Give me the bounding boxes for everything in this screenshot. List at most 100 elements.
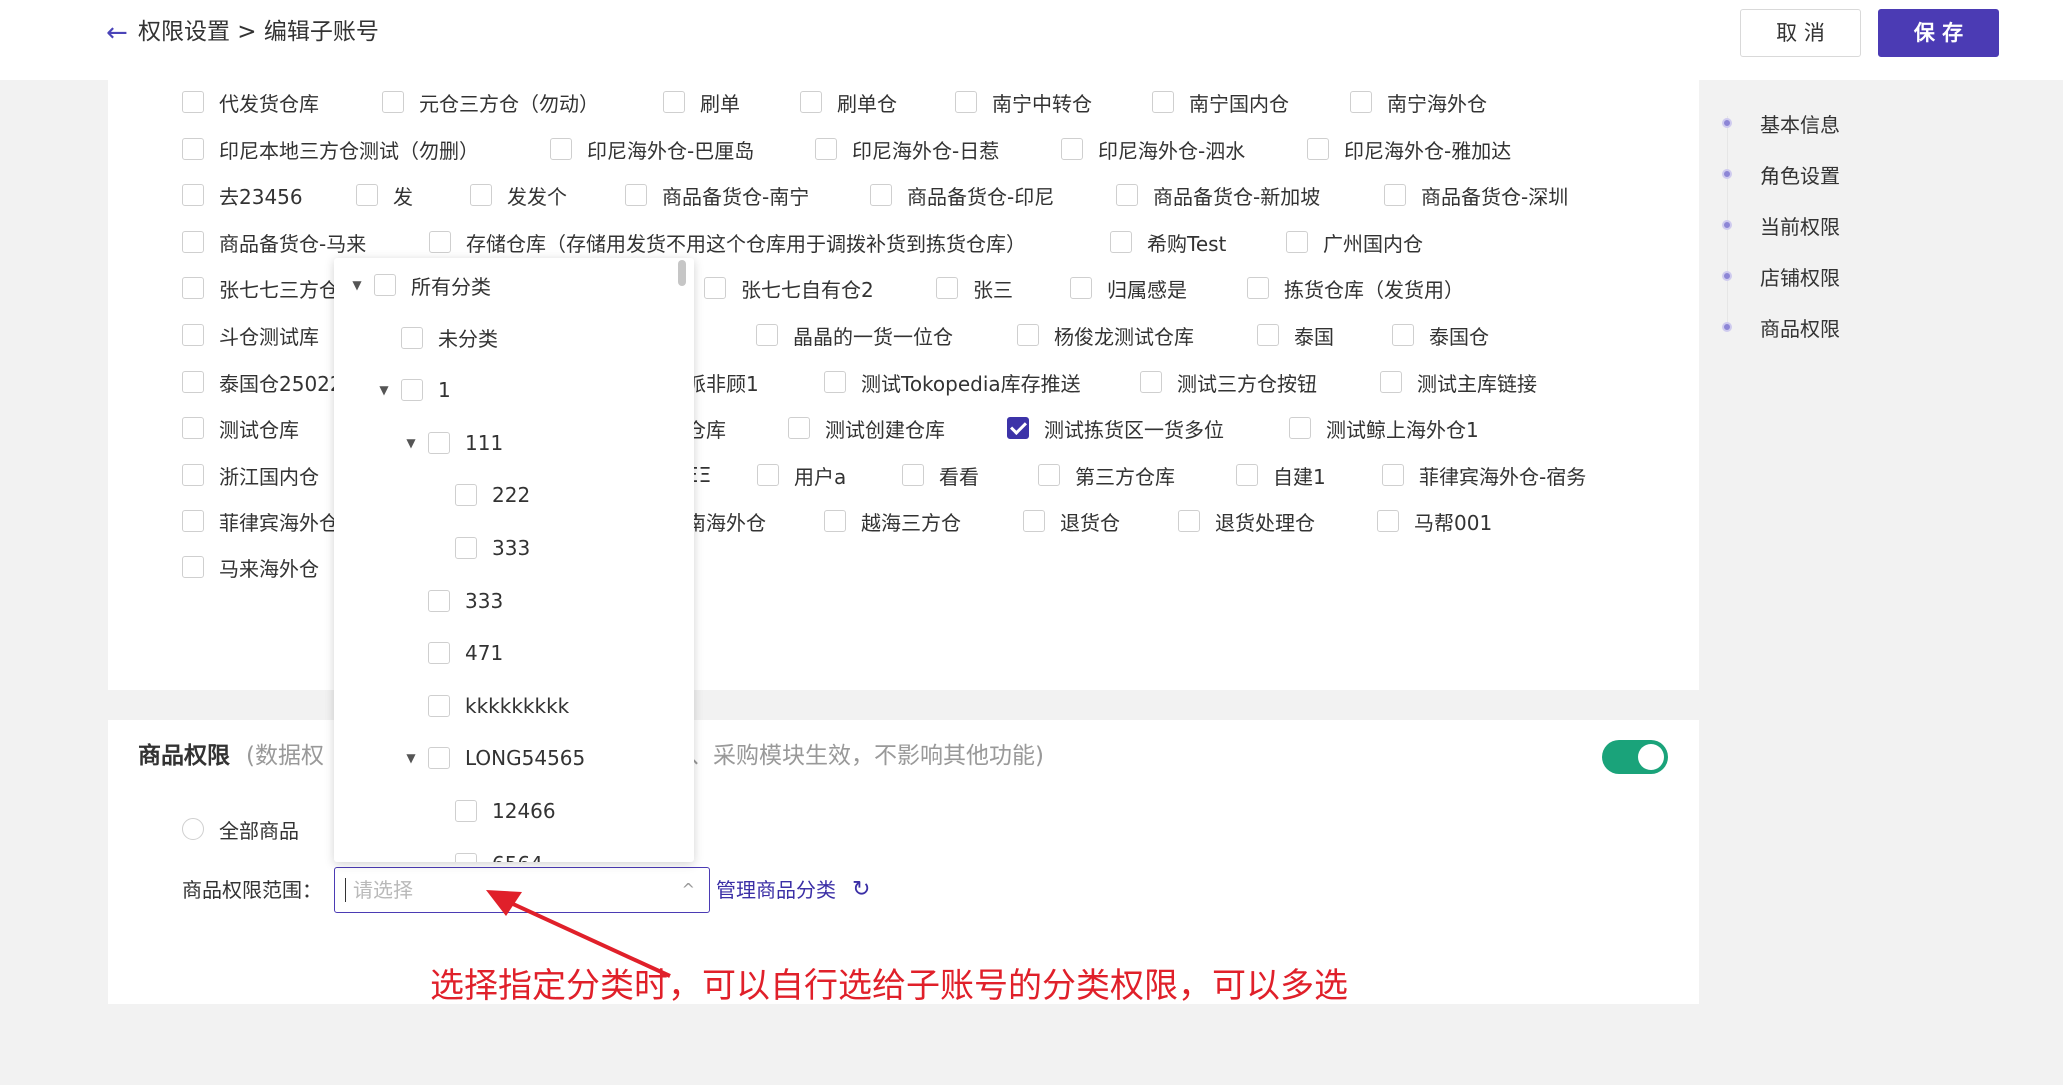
- nav-item[interactable]: 基本信息: [1722, 108, 1840, 138]
- tree-checkbox[interactable]: [455, 800, 477, 822]
- tree-node[interactable]: 333: [429, 533, 530, 563]
- tree-checkbox[interactable]: [401, 326, 423, 349]
- checkbox[interactable]: [1110, 231, 1132, 253]
- checkbox[interactable]: [824, 510, 846, 532]
- checkbox[interactable]: [550, 138, 572, 160]
- tree-node[interactable]: 未分类: [375, 323, 498, 353]
- checkbox[interactable]: [1377, 510, 1399, 532]
- tree-node[interactable]: 333: [402, 586, 503, 616]
- checkbox[interactable]: [429, 231, 451, 253]
- checkbox[interactable]: [1152, 91, 1174, 113]
- checkbox[interactable]: [815, 138, 837, 160]
- checkbox[interactable]: [182, 510, 204, 532]
- radio-circle[interactable]: [182, 818, 204, 840]
- checkbox[interactable]: [1392, 324, 1414, 346]
- checkbox[interactable]: [1116, 184, 1138, 206]
- checkbox[interactable]: [1061, 138, 1083, 160]
- warehouse-checkbox-item[interactable]: 菲律宾海外仓-宿务: [1382, 461, 1586, 489]
- tree-node[interactable]: 222: [429, 480, 530, 510]
- warehouse-checkbox-item[interactable]: 测试Tokopedia库存推送: [824, 368, 1081, 396]
- caret-down-icon[interactable]: ▼: [375, 383, 393, 397]
- warehouse-checkbox-item[interactable]: 测试三方仓按钮: [1140, 368, 1317, 396]
- warehouse-checkbox-item[interactable]: 泰国: [1257, 321, 1334, 349]
- warehouse-checkbox-item[interactable]: 测试主库链接: [1380, 368, 1537, 396]
- warehouse-checkbox-item[interactable]: 用户a: [757, 461, 846, 489]
- warehouse-checkbox-item[interactable]: 刷单仓: [800, 88, 897, 116]
- warehouse-checkbox-item[interactable]: 张七七自有仓2: [704, 274, 874, 302]
- checkbox[interactable]: [182, 138, 204, 160]
- tree-node[interactable]: ▼ LONG54565: [402, 743, 585, 773]
- tree-node[interactable]: 471: [402, 638, 503, 668]
- refresh-icon[interactable]: ↻: [852, 876, 870, 904]
- caret-down-icon[interactable]: ▼: [348, 278, 366, 292]
- warehouse-checkbox-item[interactable]: 印尼海外仓-巴厘岛: [550, 135, 754, 163]
- checkbox[interactable]: [1350, 91, 1372, 113]
- warehouse-checkbox-item[interactable]: 测试仓库: [182, 414, 299, 442]
- caret-down-icon[interactable]: ▼: [402, 436, 420, 450]
- checkbox[interactable]: [1023, 510, 1045, 532]
- checkbox[interactable]: [625, 184, 647, 206]
- warehouse-checkbox-item[interactable]: 测试鲸上海外仓1: [1289, 414, 1479, 442]
- warehouse-checkbox-item[interactable]: 商品备货仓-新加坡: [1116, 181, 1320, 209]
- checkbox[interactable]: [1038, 464, 1060, 486]
- checkbox[interactable]: [1382, 464, 1404, 486]
- radio-all-products[interactable]: 全部商品: [182, 814, 299, 844]
- checkbox[interactable]: [663, 91, 685, 113]
- checkbox[interactable]: [1017, 324, 1039, 346]
- nav-item[interactable]: 当前权限: [1722, 210, 1840, 240]
- warehouse-checkbox-item[interactable]: 马帮001: [1377, 507, 1492, 535]
- checkbox[interactable]: [800, 91, 822, 113]
- checkbox[interactable]: [1384, 184, 1406, 206]
- dropdown-scrollbar[interactable]: [678, 260, 686, 286]
- warehouse-checkbox-item[interactable]: 晶晶的一货一位仓: [756, 321, 953, 349]
- warehouse-checkbox-item[interactable]: 退货处理仓: [1178, 507, 1315, 535]
- warehouse-checkbox-item[interactable]: 印尼本地三方仓测试（勿删）: [182, 135, 479, 163]
- tree-node[interactable]: ▼ 111: [402, 428, 503, 458]
- warehouse-checkbox-item[interactable]: 张三: [936, 274, 1013, 302]
- warehouse-checkbox-item[interactable]: 刷单: [663, 88, 740, 116]
- checkbox[interactable]: [182, 371, 204, 393]
- checkbox[interactable]: [704, 277, 726, 299]
- warehouse-checkbox-item[interactable]: 发发个: [470, 181, 567, 209]
- checkbox[interactable]: [902, 464, 924, 486]
- checkbox[interactable]: [955, 91, 977, 113]
- checkbox[interactable]: [870, 184, 892, 206]
- warehouse-checkbox-item[interactable]: 泰国仓25022: [182, 368, 343, 396]
- checkbox[interactable]: [1007, 417, 1029, 439]
- warehouse-checkbox-item[interactable]: 第三方仓库: [1038, 461, 1175, 489]
- checkbox[interactable]: [1247, 277, 1269, 299]
- warehouse-checkbox-item[interactable]: 张七七三方仓: [182, 274, 339, 302]
- nav-item[interactable]: 角色设置: [1722, 159, 1840, 189]
- checkbox[interactable]: [182, 231, 204, 253]
- tree-checkbox[interactable]: [374, 274, 396, 296]
- tree-node[interactable]: 6564: [429, 849, 543, 862]
- warehouse-checkbox-item[interactable]: 印尼海外仓-日惹: [815, 135, 999, 163]
- chevron-up-icon[interactable]: ^: [682, 880, 695, 900]
- tree-checkbox[interactable]: [455, 484, 477, 507]
- tree-checkbox[interactable]: [455, 537, 477, 559]
- checkbox[interactable]: [757, 464, 779, 486]
- warehouse-checkbox-item[interactable]: 商品备货仓-马来: [182, 228, 366, 256]
- product-permission-toggle[interactable]: [1602, 740, 1668, 774]
- warehouse-checkbox-item[interactable]: 印尼海外仓-泗水: [1061, 135, 1245, 163]
- checkbox[interactable]: [356, 184, 378, 206]
- warehouse-checkbox-item[interactable]: 退货仓: [1023, 507, 1120, 535]
- warehouse-checkbox-item[interactable]: 浙江国内仓: [182, 461, 319, 489]
- warehouse-checkbox-item[interactable]: 测试创建仓库: [788, 414, 945, 442]
- checkbox[interactable]: [1380, 371, 1402, 393]
- tree-node[interactable]: kkkkkkkkk: [402, 691, 569, 721]
- tree-checkbox[interactable]: [428, 431, 450, 454]
- warehouse-checkbox-item[interactable]: 越海三方仓: [824, 507, 961, 535]
- tree-node[interactable]: ▼ 所有分类: [348, 270, 491, 300]
- warehouse-checkbox-item[interactable]: 印尼海外仓-雅加达: [1307, 135, 1511, 163]
- checkbox[interactable]: [1286, 231, 1308, 253]
- tree-checkbox[interactable]: [428, 747, 450, 770]
- warehouse-checkbox-item[interactable]: 派非顾1: [686, 368, 759, 396]
- checkbox[interactable]: [1289, 417, 1311, 439]
- checkbox[interactable]: [182, 91, 204, 113]
- warehouse-checkbox-item[interactable]: 商品备货仓-印尼: [870, 181, 1054, 209]
- back-arrow-icon[interactable]: ←: [106, 18, 130, 48]
- checkbox[interactable]: [182, 417, 204, 439]
- warehouse-checkbox-item[interactable]: 商品备货仓-深圳: [1384, 181, 1568, 209]
- warehouse-checkbox-item[interactable]: 马来海外仓: [182, 553, 319, 581]
